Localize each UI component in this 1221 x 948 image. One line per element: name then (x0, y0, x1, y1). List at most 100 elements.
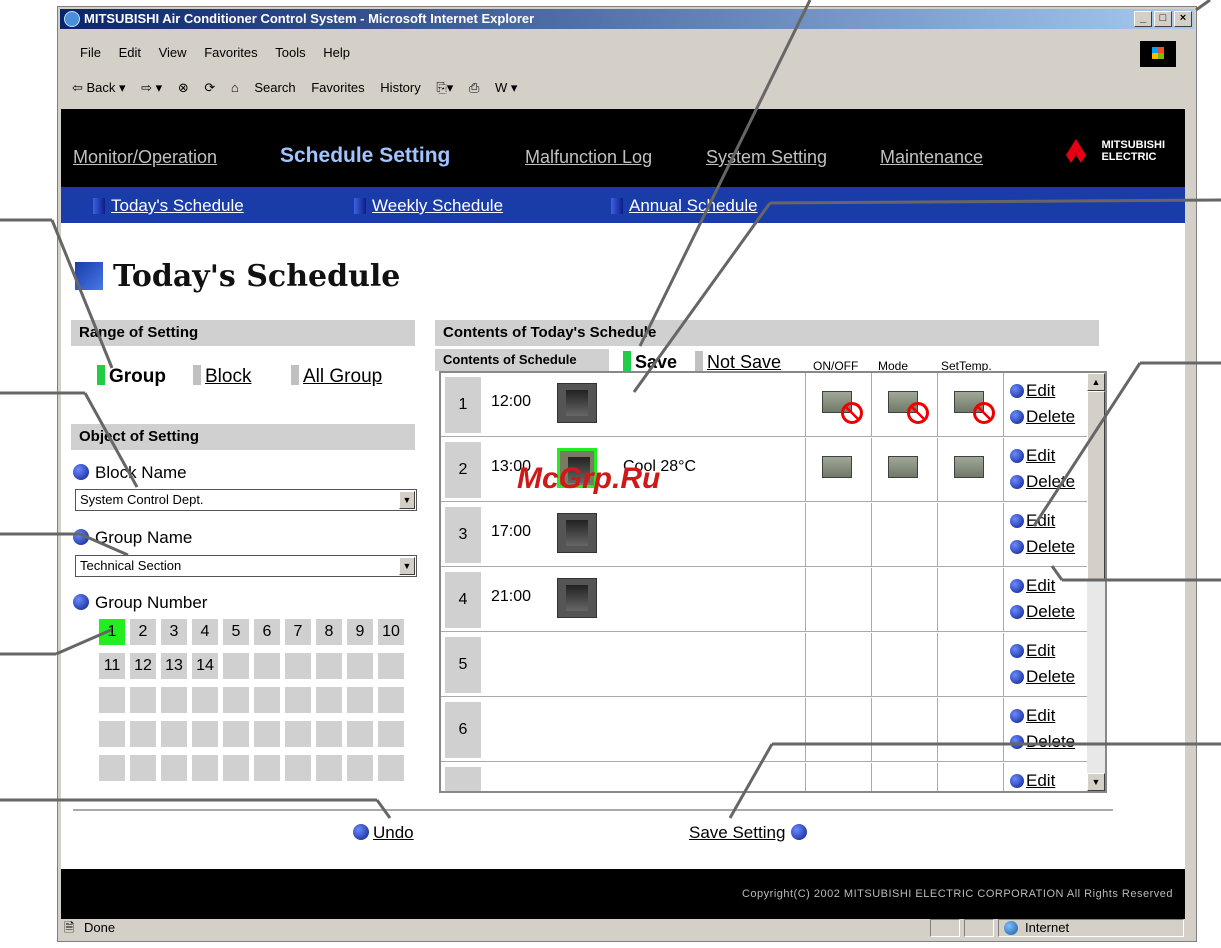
title-bar: MITSUBISHI Air Conditioner Control Syste… (60, 9, 1194, 29)
maximize-button[interactable]: □ (1154, 11, 1172, 27)
empty-cell (378, 687, 404, 713)
edit-link[interactable]: Edit (1010, 641, 1055, 661)
nav-maintenance[interactable]: Maintenance (880, 147, 983, 168)
group-number-cell[interactable]: 5 (223, 619, 249, 645)
nav-system-setting[interactable]: System Setting (706, 147, 827, 168)
search-button[interactable]: Search (254, 71, 295, 105)
menu-favorites[interactable]: Favorites (204, 41, 257, 65)
empty-cell (316, 653, 342, 679)
toolbar: ⇦ Back ▾ ⇨ ▾ ⊗ ⟳ ⌂ Search Favorites Hist… (60, 71, 1194, 105)
delete-link[interactable]: Delete (1010, 667, 1075, 687)
empty-cell (347, 687, 373, 713)
forward-button[interactable]: ⇨ ▾ (141, 71, 162, 105)
group-number-cell[interactable]: 2 (130, 619, 156, 645)
window-title: MITSUBISHI Air Conditioner Control Syste… (84, 11, 535, 26)
subnav-weekly-schedule[interactable]: Weekly Schedule (353, 196, 503, 216)
word-icon[interactable]: W ▾ (495, 71, 517, 105)
group-number-cell[interactable]: 11 (99, 653, 125, 679)
save-option[interactable]: Save (623, 351, 677, 373)
favorites-button[interactable]: Favorites (311, 71, 364, 105)
empty-cell (254, 687, 280, 713)
chevron-down-icon[interactable]: ▼ (399, 557, 415, 575)
back-button[interactable]: ⇦ Back ▾ (72, 71, 126, 105)
status-pane (930, 919, 960, 937)
group-number-cell[interactable]: 6 (254, 619, 280, 645)
group-name-select[interactable]: Technical Section ▼ (75, 555, 417, 577)
empty-cell (254, 653, 280, 679)
delete-link[interactable]: Delete (1010, 732, 1075, 752)
remote-prohibit-icon (822, 391, 863, 424)
group-number-cell[interactable]: 10 (378, 619, 404, 645)
close-button[interactable]: × (1174, 11, 1192, 27)
menu-view[interactable]: View (159, 41, 187, 65)
scroll-thumb[interactable] (1087, 391, 1105, 581)
print-icon[interactable]: ⎙ (469, 71, 479, 105)
onoff-cell (805, 633, 871, 697)
group-number-cell[interactable]: 1 (99, 619, 125, 645)
subnav-todays-schedule[interactable]: Today's Schedule (93, 196, 244, 216)
undo-button[interactable]: Undo (353, 823, 414, 843)
empty-cell (161, 755, 187, 781)
history-button[interactable]: History (380, 71, 420, 105)
group-number-cell[interactable]: 7 (285, 619, 311, 645)
schedule-list: 1 12:00 Edit Delete 2 13:00 Cool 28°C Ed… (439, 371, 1107, 793)
watermark: McGrp.Ru (517, 462, 661, 495)
mode-cell (871, 633, 937, 697)
range-group-option[interactable]: Group (97, 365, 166, 388)
delete-link[interactable]: Delete (1010, 407, 1075, 427)
row-time: 12:00 (491, 393, 532, 410)
nav-malfunction-log[interactable]: Malfunction Log (525, 147, 652, 168)
delete-link[interactable]: Delete (1010, 602, 1075, 622)
scroll-down-icon[interactable]: ▼ (1087, 773, 1105, 791)
scroll-up-icon[interactable]: ▲ (1087, 373, 1105, 391)
block-name-select[interactable]: System Control Dept. ▼ (75, 489, 417, 511)
range-block-option[interactable]: Block (193, 365, 251, 388)
menu-help[interactable]: Help (323, 41, 350, 65)
chevron-down-icon[interactable]: ▼ (399, 491, 415, 509)
edit-link[interactable]: Edit (1010, 446, 1055, 466)
edit-link[interactable]: Edit (1010, 706, 1055, 726)
subnav-annual-schedule[interactable]: Annual Schedule (611, 196, 758, 216)
nav-monitor-operation[interactable]: Monitor/Operation (73, 147, 217, 168)
edit-link[interactable]: Edit (1010, 771, 1055, 791)
remote-prohibit-icon (888, 391, 929, 424)
menu-edit[interactable]: Edit (119, 41, 141, 65)
delete-link[interactable]: Delete (1010, 472, 1075, 492)
group-number-cell[interactable]: 9 (347, 619, 373, 645)
empty-cell (347, 755, 373, 781)
edit-link[interactable]: Edit (1010, 576, 1055, 596)
range-all-group-option[interactable]: All Group (291, 365, 382, 388)
empty-cell (130, 755, 156, 781)
row-actions: Edit Delete (1003, 373, 1087, 437)
contents-title: Contents of Today's Schedule (435, 320, 1099, 346)
mail-icon[interactable]: ⎘▾ (436, 71, 453, 105)
menu-tools[interactable]: Tools (275, 41, 305, 65)
group-number-cell[interactable]: 13 (161, 653, 187, 679)
settemp-cell (937, 763, 1003, 791)
refresh-icon[interactable]: ⟳ (204, 71, 215, 105)
menu-file[interactable]: File (80, 41, 101, 65)
save-setting-button[interactable]: Save Setting (689, 823, 807, 843)
home-icon[interactable]: ⌂ (231, 71, 239, 105)
not-save-option[interactable]: Not Save (695, 351, 781, 373)
empty-cell (192, 687, 218, 713)
empty-cell (223, 721, 249, 747)
row-time: 17:00 (491, 523, 532, 540)
copyright: Copyright(C) 2002 MITSUBISHI ELECTRIC CO… (61, 869, 1185, 919)
stop-icon[interactable]: ⊗ (178, 71, 189, 105)
group-number-cell[interactable]: 4 (192, 619, 218, 645)
nav-schedule-setting[interactable]: Schedule Setting (280, 144, 450, 168)
minimize-button[interactable]: _ (1134, 11, 1152, 27)
edit-link[interactable]: Edit (1010, 381, 1055, 401)
group-number-cell[interactable]: 8 (316, 619, 342, 645)
group-number-cell[interactable]: 14 (192, 653, 218, 679)
mode-cell (871, 568, 937, 632)
group-number-cell[interactable]: 12 (130, 653, 156, 679)
group-number-cell[interactable]: 3 (161, 619, 187, 645)
row-actions: Edit Delete (1003, 438, 1087, 502)
edit-link[interactable]: Edit (1010, 511, 1055, 531)
row-number (445, 767, 481, 791)
schedule-scrollbar[interactable]: ▲ ▼ (1087, 373, 1105, 791)
onoff-cell (805, 373, 871, 437)
delete-link[interactable]: Delete (1010, 537, 1075, 557)
